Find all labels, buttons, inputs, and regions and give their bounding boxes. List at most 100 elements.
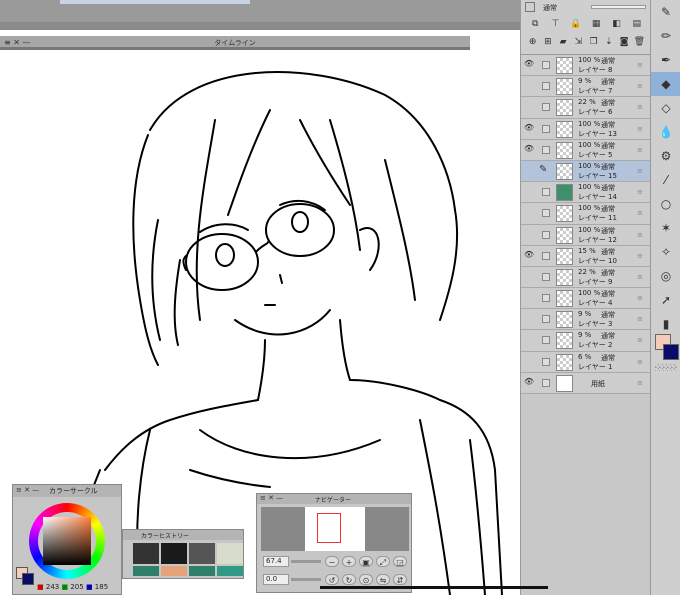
layer-row[interactable]: 6 % 通常 レイヤー 1 ≡ <box>521 351 651 373</box>
layer-row[interactable]: 👁 100 % 通常 レイヤー 13 ≡ <box>521 118 651 140</box>
navigator-view-frame[interactable] <box>317 513 341 543</box>
drag-handle-icon[interactable]: ≡ <box>637 167 643 175</box>
reset-rotation-icon[interactable]: ⊙ <box>359 574 373 585</box>
delete-layer-icon[interactable]: 🗑 <box>633 36 645 48</box>
layer-lock-checkbox[interactable] <box>542 145 550 154</box>
rotation-input[interactable]: 0.0 <box>263 574 289 585</box>
eyedropper-tool-icon[interactable]: ⁄ <box>651 168 680 192</box>
drag-handle-icon[interactable]: ≡ <box>637 61 643 69</box>
panel-close-icon[interactable]: ≡ ✕ — <box>260 494 283 502</box>
drag-handle-icon[interactable]: ≡ <box>637 379 643 387</box>
text-tool-icon[interactable]: ✧ <box>651 240 680 264</box>
new-raster-layer-icon[interactable]: ⊕ <box>527 36 539 48</box>
layer-lock-checkbox[interactable] <box>542 336 550 345</box>
history-color-swatch[interactable] <box>217 566 243 576</box>
rotate-left-icon[interactable]: ↺ <box>325 574 339 585</box>
blend-mode-select[interactable]: 通常 <box>543 3 557 13</box>
layer-row[interactable]: 👁 100 % 通常 レイヤー 8 ≡ <box>521 55 651 77</box>
layer-lock-checkbox[interactable] <box>542 378 550 387</box>
move-tool-icon[interactable]: ➚ <box>651 288 680 312</box>
magic-wand-tool-icon[interactable]: ✶ <box>651 216 680 240</box>
layer-lock-checkbox[interactable] <box>542 230 550 239</box>
layer-lock-checkbox[interactable] <box>542 294 550 303</box>
layer-row[interactable]: 22 % 通常 レイヤー 9 ≡ <box>521 266 651 289</box>
history-color-swatch[interactable] <box>217 543 243 564</box>
history-color-swatch[interactable] <box>189 543 215 564</box>
layer-row[interactable]: 9 % 通常 レイヤー 7 ≡ <box>521 76 651 98</box>
layer-row[interactable]: 9 % 通常 レイヤー 3 ≡ <box>521 309 651 331</box>
drag-handle-icon[interactable]: ≡ <box>637 209 643 217</box>
layer-row[interactable]: 100 % 通常 レイヤー 11 ≡ <box>521 203 651 225</box>
pen-tool-icon[interactable]: ✎ <box>651 0 680 24</box>
layer-row[interactable]: 100 % 通常 レイヤー 4 ≡ <box>521 288 651 310</box>
sub-color-swatch[interactable] <box>663 344 679 360</box>
pencil-tool-icon[interactable]: ✏ <box>651 24 680 48</box>
layer-row[interactable]: 👁 用紙 ≡ <box>521 372 651 394</box>
layer-row[interactable]: 100 % 通常 レイヤー 12 ≡ <box>521 224 651 246</box>
flip-horizontal-icon[interactable]: ⇋ <box>376 574 390 585</box>
fill-tool-icon[interactable]: ◆ <box>651 72 680 96</box>
history-color-swatch[interactable] <box>161 566 187 576</box>
reference-icon[interactable]: ⊤ <box>549 18 561 30</box>
lock-icon[interactable]: 🔒 <box>570 18 582 30</box>
saturation-value-square[interactable] <box>43 517 91 565</box>
drag-handle-icon[interactable]: ≡ <box>637 358 643 366</box>
gradient-tool-icon[interactable]: ▮ <box>651 312 680 336</box>
new-vector-layer-icon[interactable]: ⊞ <box>542 36 554 48</box>
timeline-panel-header[interactable]: ≡ ✕ — タイムライン <box>0 36 470 50</box>
drag-handle-icon[interactable]: ≡ <box>637 146 643 154</box>
drag-handle-icon[interactable]: ≡ <box>637 315 643 323</box>
rotate-right-icon[interactable]: ↻ <box>342 574 356 585</box>
drag-handle-icon[interactable]: ≡ <box>637 82 643 90</box>
layer-row[interactable]: 9 % 通常 レイヤー 2 ≡ <box>521 330 651 352</box>
layer-row[interactable]: 👁 15 % 通常 レイヤー 10 ≡ <box>521 245 651 267</box>
layer-row[interactable]: 100 % 通常 レイヤー 14 ≡ <box>521 182 651 204</box>
layer-lock-checkbox[interactable] <box>542 82 550 91</box>
history-color-swatch[interactable] <box>161 543 187 564</box>
grid-icon[interactable]: ▤ <box>631 18 643 30</box>
transfer-icon[interactable]: ⇣ <box>603 36 615 48</box>
history-color-swatch[interactable] <box>133 566 159 576</box>
layer-color-icon[interactable] <box>525 2 535 12</box>
drag-handle-icon[interactable]: ≡ <box>637 294 643 302</box>
copy-layer-icon[interactable]: ❐ <box>588 36 600 48</box>
merge-icon[interactable]: ⇲ <box>572 36 584 48</box>
lock-transparent-icon[interactable]: ▦ <box>590 18 602 30</box>
drag-handle-icon[interactable]: ≡ <box>637 273 643 281</box>
drag-handle-icon[interactable]: ≡ <box>637 336 643 344</box>
navigator-preview[interactable] <box>261 507 409 551</box>
zoom-input[interactable]: 67.4 <box>263 556 289 567</box>
select-tool-icon[interactable]: ⚙ <box>651 144 680 168</box>
new-folder-icon[interactable]: ▰ <box>557 36 569 48</box>
layer-lock-checkbox[interactable] <box>542 188 550 197</box>
layer-lock-checkbox[interactable] <box>542 209 550 218</box>
layer-lock-checkbox[interactable] <box>542 315 550 324</box>
history-color-swatch[interactable] <box>189 566 215 576</box>
add-mask-icon[interactable]: ◙ <box>618 36 630 48</box>
visibility-eye-icon[interactable]: 👁 <box>523 144 535 153</box>
layer-row[interactable]: ✎ 100 % 通常 レイヤー 15 ≡ <box>521 160 651 183</box>
layer-row[interactable]: 👁 100 % 通常 レイヤー 5 ≡ <box>521 139 651 161</box>
brush-tool-icon[interactable]: ✒ <box>651 48 680 72</box>
drag-handle-icon[interactable]: ≡ <box>637 252 643 260</box>
drag-handle-icon[interactable]: ≡ <box>637 231 643 239</box>
drag-handle-icon[interactable]: ≡ <box>637 103 643 111</box>
color-history-header[interactable]: カラーヒストリー <box>123 530 243 540</box>
mask-icon[interactable]: ◧ <box>610 18 622 30</box>
drag-handle-icon[interactable]: ≡ <box>637 125 643 133</box>
actual-size-icon[interactable]: ▣ <box>359 556 373 567</box>
eraser-tool-icon[interactable]: ◇ <box>651 96 680 120</box>
lasso-tool-icon[interactable]: ○ <box>651 192 680 216</box>
visibility-eye-icon[interactable]: 👁 <box>523 250 535 259</box>
flip-vertical-icon[interactable]: ⇵ <box>393 574 407 585</box>
layer-lock-checkbox[interactable] <box>542 61 550 69</box>
navigator-header[interactable]: ≡ ✕ — ナビゲーター <box>257 494 411 504</box>
panel-close-icon[interactable]: ≡ ✕ — <box>16 486 39 494</box>
fit-window-icon[interactable]: ⤢ <box>376 556 390 567</box>
layer-row[interactable]: 22 % 通常 レイヤー 6 ≡ <box>521 97 651 119</box>
blend-tool-icon[interactable]: 💧 <box>651 120 680 144</box>
layer-lock-checkbox[interactable] <box>542 251 550 260</box>
fit-screen-icon[interactable]: ◲ <box>393 556 407 567</box>
layer-lock-checkbox[interactable] <box>542 103 550 112</box>
rotation-slider[interactable] <box>291 578 321 581</box>
